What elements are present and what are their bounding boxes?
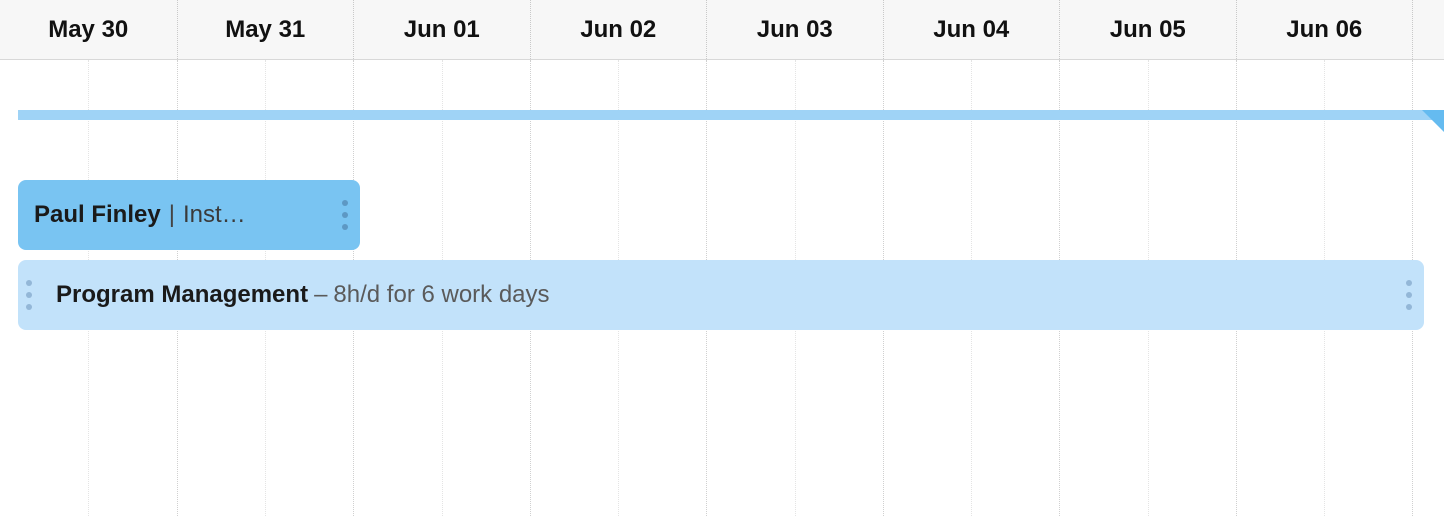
resize-handle-left[interactable] (26, 280, 34, 310)
day-header[interactable]: Jun 03 (706, 0, 883, 59)
day-header[interactable]: Jun 04 (883, 0, 1060, 59)
task-separator: – (314, 281, 327, 309)
task-subtitle: Inst… (183, 201, 246, 229)
day-label: May 31 (225, 16, 305, 44)
resize-handle-right[interactable] (342, 200, 350, 230)
day-label: Jun 04 (933, 16, 1009, 44)
dot-icon (342, 224, 348, 230)
day-header[interactable]: Jun 02 (530, 0, 707, 59)
timeline-header: May 30 May 31 Jun 01 Jun 02 Jun 03 Jun 0… (0, 0, 1444, 60)
timeline-body[interactable]: Paul Finley | Inst… Program Management –… (0, 60, 1444, 516)
header-edge (1412, 0, 1432, 59)
day-label: Jun 05 (1110, 16, 1186, 44)
dot-icon (26, 280, 32, 286)
day-header[interactable]: May 30 (0, 0, 177, 59)
day-header[interactable]: May 31 (177, 0, 354, 59)
dot-icon (342, 200, 348, 206)
day-header[interactable]: Jun 06 (1236, 0, 1413, 59)
dot-icon (1406, 292, 1412, 298)
project-range-bar[interactable] (18, 110, 1444, 120)
pipe-separator: | (169, 201, 175, 229)
task-title: Program Management (56, 281, 308, 309)
day-label: Jun 03 (757, 16, 833, 44)
day-label: Jun 02 (580, 16, 656, 44)
resize-handle-right[interactable] (1406, 280, 1414, 310)
day-label: Jun 01 (404, 16, 480, 44)
day-label: Jun 06 (1286, 16, 1362, 44)
task-title: Paul Finley (34, 201, 161, 229)
task-bar-paul-finley[interactable]: Paul Finley | Inst… (18, 180, 360, 250)
dot-icon (26, 292, 32, 298)
task-bar-program-management[interactable]: Program Management – 8h/d for 6 work day… (18, 260, 1424, 330)
day-header[interactable]: Jun 05 (1059, 0, 1236, 59)
dot-icon (1406, 304, 1412, 310)
dot-icon (342, 212, 348, 218)
day-label: May 30 (48, 16, 128, 44)
dot-icon (26, 304, 32, 310)
day-header[interactable]: Jun 01 (353, 0, 530, 59)
task-detail: 8h/d for 6 work days (333, 281, 549, 309)
dot-icon (1406, 280, 1412, 286)
